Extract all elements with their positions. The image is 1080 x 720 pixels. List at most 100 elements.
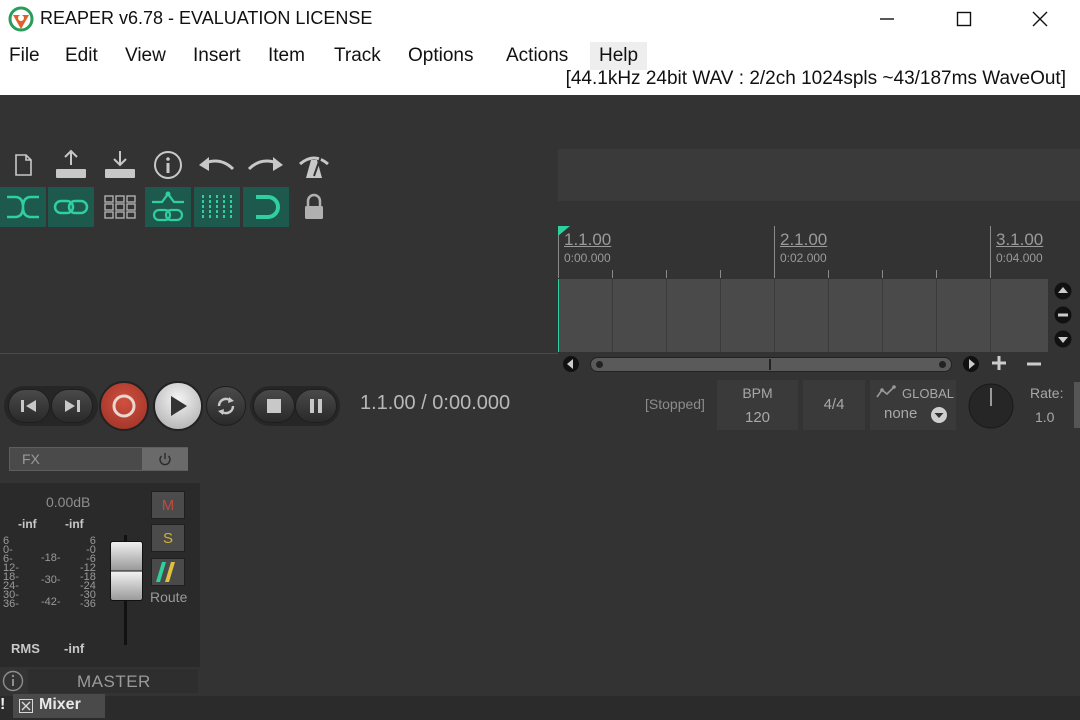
link-icon — [53, 199, 89, 215]
rate-knob[interactable] — [966, 382, 1016, 430]
menu-insert[interactable]: Insert — [184, 42, 250, 70]
scroll-right-button[interactable] — [961, 355, 981, 373]
power-icon — [159, 453, 171, 466]
save-project-button[interactable] — [48, 145, 94, 185]
snap-magnet-button[interactable] — [243, 187, 289, 227]
stop-icon — [267, 399, 281, 413]
rate-value[interactable]: 1.0 — [1035, 409, 1054, 425]
route-button[interactable] — [151, 558, 185, 586]
auto-crossfade-button[interactable] — [0, 187, 46, 227]
arrange-view[interactable] — [558, 279, 1048, 352]
envelope-link-button[interactable] — [145, 187, 191, 227]
snap-grid-button[interactable] — [194, 187, 240, 227]
vertical-scroll-up-button[interactable] — [1053, 281, 1073, 301]
rms-value: -inf — [64, 641, 85, 656]
redo-button[interactable] — [243, 145, 289, 185]
menu-track[interactable]: Track — [325, 42, 390, 70]
lock-icon — [305, 193, 323, 219]
maximize-button[interactable] — [934, 0, 994, 38]
menu-view[interactable]: View — [116, 42, 175, 70]
master-volume-db[interactable]: 0.00dB — [46, 494, 90, 510]
edit-cursor-line — [558, 279, 559, 352]
audio-device-status[interactable]: [44.1kHz 24bit WAV : 2/2ch 1024spls ~43/… — [566, 68, 1066, 90]
global-value[interactable]: none — [884, 405, 917, 422]
pause-button[interactable] — [295, 389, 337, 423]
load-project-button[interactable] — [97, 145, 143, 185]
master-volume-fader[interactable] — [110, 541, 143, 601]
repeat-button[interactable] — [206, 386, 246, 426]
time-signature[interactable]: 4/4 — [803, 396, 865, 413]
grid-button[interactable] — [97, 187, 143, 227]
minimize-button[interactable] — [857, 0, 917, 38]
skip-end-icon — [65, 400, 80, 412]
bpm-label: BPM — [742, 385, 773, 401]
bpm-value[interactable]: 120 — [717, 409, 798, 426]
warning-indicator[interactable]: ! — [0, 696, 10, 718]
bpm-box[interactable]: BPM 120 — [717, 380, 798, 430]
mixer-tab[interactable]: Mixer — [13, 694, 105, 718]
lock-button[interactable] — [291, 187, 337, 227]
fx-label: FX — [22, 451, 40, 467]
transport-position[interactable]: 1.1.00 / 0:00.000 — [360, 392, 510, 415]
metronome-icon — [299, 155, 329, 178]
skip-to-end-button[interactable] — [51, 389, 93, 423]
ruler-time-label: 0:00.000 — [564, 251, 611, 265]
menu-actions[interactable]: Actions — [497, 42, 577, 70]
master-info-button[interactable] — [2, 670, 26, 692]
reaper-logo-icon — [8, 6, 34, 32]
maximize-icon — [956, 11, 972, 27]
dropdown-arrow-icon[interactable] — [930, 406, 948, 424]
mute-button[interactable]: M — [151, 491, 185, 519]
solo-button[interactable]: S — [151, 524, 185, 552]
minus-icon — [1058, 313, 1068, 317]
menu-file[interactable]: File — [0, 42, 49, 70]
plus-icon — [992, 356, 1006, 370]
snap-grid-icon — [202, 195, 232, 219]
vertical-zoom-button[interactable] — [1053, 305, 1073, 325]
close-button[interactable] — [1010, 0, 1070, 38]
vertical-scroll-down-button[interactable] — [1053, 329, 1073, 349]
peak-right: -inf — [65, 517, 84, 531]
vertical-scrollbar[interactable] — [1074, 382, 1080, 428]
metronome-button[interactable] — [291, 145, 337, 185]
new-project-button[interactable] — [0, 145, 46, 185]
project-info-button[interactable] — [145, 145, 191, 185]
time-signature-box[interactable]: 4/4 — [803, 380, 865, 430]
stop-button[interactable] — [253, 389, 295, 423]
horizontal-scrollbar[interactable] — [590, 357, 952, 372]
skip-to-start-button[interactable] — [8, 389, 50, 423]
playrate-mode-box[interactable]: GLOBAL none — [870, 380, 956, 430]
rate-label: Rate: — [1030, 385, 1064, 401]
undo-icon — [199, 157, 235, 171]
close-icon — [1032, 11, 1048, 27]
zoom-in-button[interactable] — [989, 355, 1009, 373]
ruler-time-label: 0:04.000 — [996, 251, 1043, 265]
menu-item[interactable]: Item — [259, 42, 314, 70]
region-marker-lane[interactable] — [558, 149, 1080, 201]
route-label: Route — [150, 589, 188, 605]
scroll-left-button[interactable] — [561, 355, 581, 373]
menu-help[interactable]: Help — [590, 42, 648, 70]
timeline-ruler[interactable]: 1.1.00 0:00.000 2.1.00 0:02.000 3.1.00 0… — [558, 226, 1048, 280]
play-button[interactable] — [153, 381, 203, 431]
snap-magnet-icon — [256, 195, 280, 219]
record-button[interactable] — [99, 381, 149, 431]
info-icon — [154, 151, 182, 179]
undo-button[interactable] — [193, 145, 239, 185]
fx-bypass-button[interactable] — [142, 448, 188, 470]
route-icon — [153, 560, 183, 584]
mixer-tab-label: Mixer — [39, 696, 81, 713]
load-project-icon — [105, 151, 135, 178]
ruler-time-label: 0:02.000 — [780, 251, 827, 265]
ruler-bar-label: 3.1.00 — [996, 230, 1044, 249]
meter-scale-right: 6 -0 -6 -12 -18 -24 -30 -36 — [80, 535, 96, 610]
zoom-out-button[interactable] — [1024, 355, 1044, 373]
master-fx-bar[interactable]: FX — [9, 447, 188, 471]
menu-options[interactable]: Options — [399, 42, 482, 70]
menu-edit[interactable]: Edit — [56, 42, 107, 70]
close-icon[interactable] — [19, 699, 33, 713]
envelope-link-icon — [152, 191, 184, 222]
ripple-link-button[interactable] — [48, 187, 94, 227]
meter-scale-mid: -30- — [41, 574, 61, 586]
ruler-bar-label: 2.1.00 — [780, 230, 828, 249]
